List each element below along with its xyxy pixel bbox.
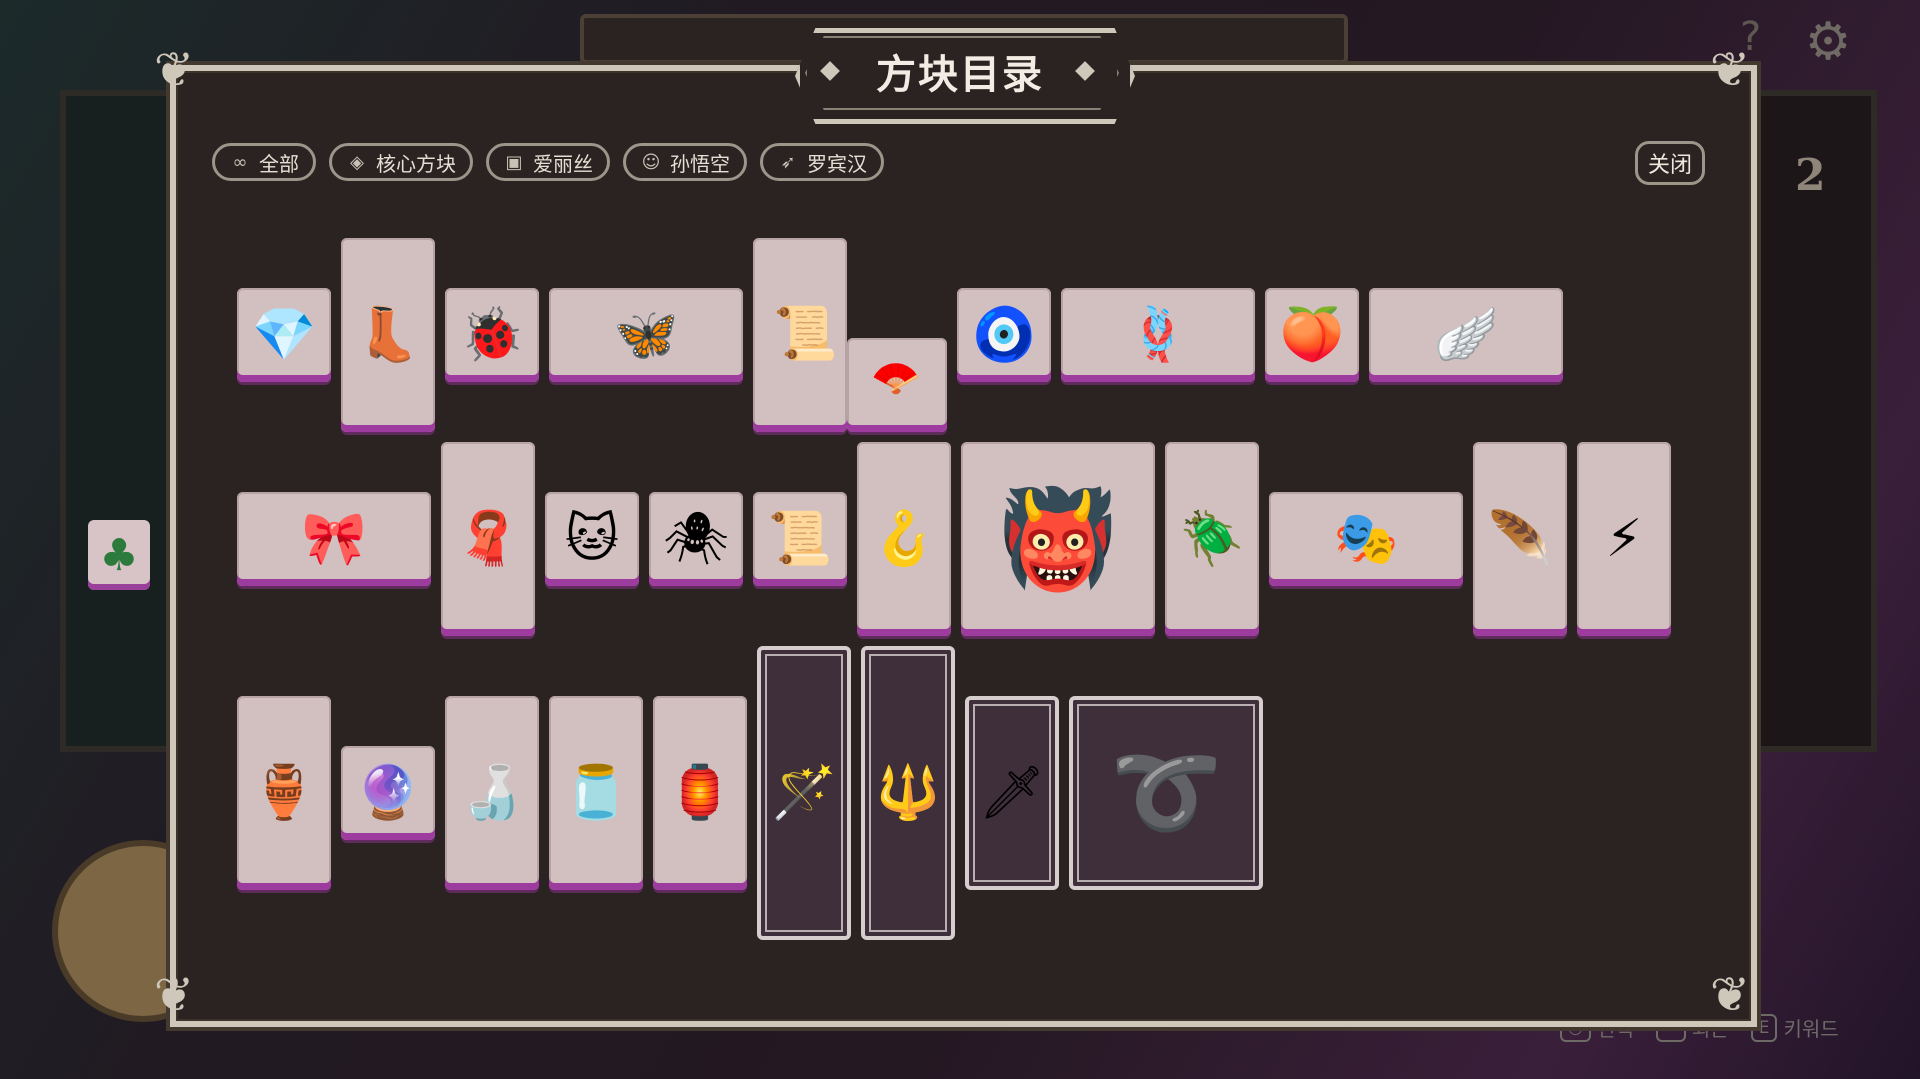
- feather-icon: 🪶: [1487, 509, 1553, 569]
- beetle-icon: 🪲: [1179, 509, 1245, 569]
- tile-bonsai-bottle[interactable]: 🍶: [445, 696, 539, 890]
- bow-ribbon-icon: 🎀: [301, 509, 367, 569]
- tile-spider[interactable]: 🕷: [649, 492, 743, 586]
- filter-label: 爱丽丝: [533, 151, 593, 176]
- hint-keyword: E 키워드: [1750, 1013, 1839, 1042]
- tile-peach[interactable]: 🍑: [1265, 288, 1359, 382]
- mask-icon: 🎭: [1333, 509, 1399, 569]
- infinity-icon: ∞: [232, 151, 248, 173]
- core-block-icon: ◈: [350, 151, 364, 173]
- vase-icon: 🏺: [251, 763, 317, 823]
- ladybug-icon: 🐞: [459, 305, 525, 365]
- bow-icon: ➶: [780, 151, 796, 173]
- spider-icon: 🕷: [662, 509, 729, 569]
- page-title: 方块目录: [876, 52, 1044, 98]
- filter-robin-hood[interactable]: ➶ 罗宾汉: [760, 143, 884, 181]
- cards-icon: ▣: [505, 151, 523, 173]
- filter-core-blocks[interactable]: ◈ 核心方块: [329, 143, 473, 181]
- corner-ornament-icon: ❦: [153, 967, 195, 1023]
- tile-feather-cloak[interactable]: 🪶: [1473, 442, 1567, 636]
- rope-icon: 🪢: [1125, 305, 1191, 365]
- filter-label: 全部: [259, 151, 299, 176]
- corner-ornament-icon: ❦: [153, 42, 195, 98]
- side-counter: 2: [1795, 150, 1826, 201]
- eye-disc-icon: 🧿: [971, 305, 1037, 365]
- lantern-icon: 🏮: [667, 763, 733, 823]
- trident-icon: 🔱: [875, 763, 941, 823]
- tile-purple-gourd[interactable]: 🫙: [549, 696, 643, 890]
- tile-short-sword[interactable]: 🗡: [965, 696, 1059, 890]
- left-side-board: [60, 90, 182, 752]
- tile-golden-rope[interactable]: 🪢: [1061, 288, 1255, 382]
- filter-bar: ∞ 全部 ◈ 核心方块 ▣ 爱丽丝 ☺ 孙悟空 ➶ 罗宾汉: [212, 143, 884, 181]
- tile-demon-armor[interactable]: 👹: [961, 442, 1155, 636]
- hint-label: 키워드: [1783, 1017, 1839, 1041]
- tile-winged-headdress[interactable]: 🦋: [549, 288, 743, 382]
- tile-eye-disc[interactable]: 🧿: [957, 288, 1051, 382]
- tile-hook-mask[interactable]: 🪝: [857, 442, 951, 636]
- peach-icon: 🍑: [1279, 305, 1345, 365]
- wings-icon: 🪽: [1433, 305, 1499, 365]
- hook-icon: 🪝: [871, 509, 937, 569]
- gourd-icon: 🫙: [563, 763, 629, 823]
- clover-tile-icon: ♣: [88, 520, 150, 590]
- tile-coiled-whip[interactable]: ➰: [1069, 696, 1263, 890]
- gear-icon[interactable]: ⚙: [1800, 14, 1856, 70]
- red-crystal-icon: 💎: [251, 305, 317, 365]
- whip-icon: ➰: [1109, 740, 1223, 845]
- cat-icon: 🐱: [564, 509, 620, 569]
- tile-red-crystal-cushion[interactable]: 💎: [237, 288, 331, 382]
- staff-icon: 🪄: [771, 763, 837, 823]
- scarf-icon: 🧣: [455, 509, 521, 569]
- tile-golden-wings[interactable]: 🪽: [1369, 288, 1563, 382]
- tile-scroll-and-fan[interactable]: 📜 🪭: [753, 238, 947, 432]
- corner-ornament-icon: ❦: [1709, 42, 1751, 98]
- tile-small-orb[interactable]: 🔮: [341, 746, 435, 840]
- filter-label: 孙悟空: [670, 151, 730, 176]
- monkey-face-icon: ☺: [641, 151, 661, 173]
- boot-icon: 👢: [355, 305, 421, 365]
- filter-label: 核心方块: [376, 151, 456, 176]
- filter-sun-wukong[interactable]: ☺ 孙悟空: [623, 143, 747, 181]
- tile-lightning-bottle[interactable]: ⚡: [1577, 442, 1671, 636]
- tile-golden-staff[interactable]: 🪄: [757, 646, 851, 940]
- filter-alice[interactable]: ▣ 爱丽丝: [486, 143, 610, 181]
- filter-all[interactable]: ∞ 全部: [212, 143, 316, 181]
- close-button[interactable]: 关闭: [1635, 141, 1705, 185]
- tile-green-vase[interactable]: 🏺: [237, 696, 331, 890]
- tile-ladybug-charm[interactable]: 🐞: [445, 288, 539, 382]
- tile-jade-staff[interactable]: 🔱: [861, 646, 955, 940]
- tile-tea-spout-boot[interactable]: 👢: [341, 238, 435, 432]
- lightning-icon: ⚡: [1605, 509, 1643, 569]
- fan-icon: 🪭: [871, 355, 921, 401]
- corner-ornament-icon: ❦: [1709, 967, 1751, 1023]
- paper-scroll-icon: 📜: [767, 509, 833, 569]
- tile-orange-cat[interactable]: 🐱: [545, 492, 639, 586]
- tile-masquerade-mask[interactable]: 🎭: [1269, 492, 1463, 586]
- demon-mask-icon: 👹: [998, 483, 1118, 595]
- filter-label: 罗宾汉: [807, 151, 867, 176]
- orb-icon: 🔮: [355, 763, 421, 823]
- sword-icon: 🗡: [978, 763, 1045, 823]
- bottle-icon: 🍶: [459, 763, 525, 823]
- tile-purple-scarf[interactable]: 🧣: [441, 442, 535, 636]
- tile-paper-scroll[interactable]: 📜: [753, 492, 847, 586]
- tile-orange-bow[interactable]: 🎀: [237, 492, 431, 586]
- tile-beetle-charm[interactable]: 🪲: [1165, 442, 1259, 636]
- winged-headdress-icon: 🦋: [613, 305, 679, 365]
- scroll-icon: 📜: [773, 304, 838, 364]
- tile-lantern-flask[interactable]: 🏮: [653, 696, 747, 890]
